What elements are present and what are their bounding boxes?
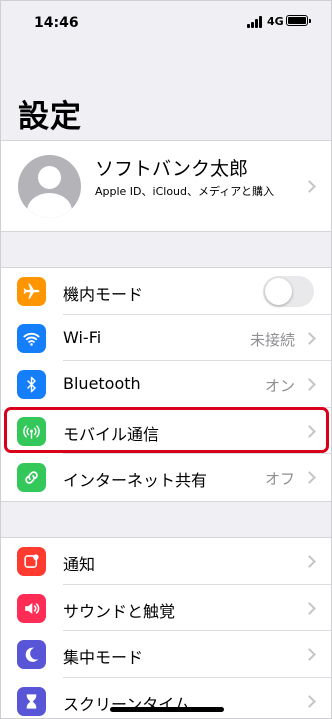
bluetooth-icon <box>17 370 46 400</box>
chevron-right-icon <box>303 378 316 392</box>
settings-row-label: モバイル通信 <box>63 424 160 444</box>
chevron-right-icon <box>303 180 316 193</box>
antenna-icon <box>17 416 46 446</box>
settings-row-label: インターネット共有 <box>63 471 208 491</box>
home-indicator[interactable] <box>110 707 224 712</box>
settings-row-notifications[interactable]: 通知 <box>1 538 331 585</box>
settings-group-connectivity: 機内モード Wi-Fi 未接続 Bluetooth オン モバイル通信 インター… <box>1 267 331 502</box>
settings-row-personal-hotspot[interactable]: インターネット共有 オフ <box>1 454 331 501</box>
apple-id-profile-row[interactable]: ソフトバンク太郎 Apple ID、iCloud、メディアと購入 <box>1 140 331 232</box>
chevron-right-icon <box>303 648 316 662</box>
settings-row-value: オフ <box>264 470 295 489</box>
link-icon <box>17 463 46 493</box>
settings-row-mobile-data[interactable]: モバイル通信 <box>1 408 331 455</box>
status-bar: 14:46 4G <box>1 1 331 45</box>
chevron-right-icon <box>303 424 316 438</box>
settings-row-value: 未接続 <box>249 330 295 349</box>
profile-name: ソフトバンク太郎 <box>95 158 248 180</box>
settings-row-label: サウンドと触覚 <box>63 601 176 621</box>
chevron-right-icon <box>303 601 316 615</box>
settings-row-airplane-mode[interactable]: 機内モード <box>1 268 331 315</box>
cellular-signal-icon <box>247 16 265 28</box>
avatar <box>18 155 81 218</box>
wifi-icon <box>17 323 46 353</box>
settings-group-notifications: 通知 サウンドと触覚 集中モード スクリーンタイム <box>1 537 331 718</box>
settings-row-label: 集中モード <box>63 648 144 668</box>
battery-icon <box>286 15 311 26</box>
profile-subtitle: Apple ID、iCloud、メディアと購入 <box>95 185 275 198</box>
airplane-icon <box>17 277 46 306</box>
settings-row-label: 機内モード <box>63 285 144 304</box>
chevron-right-icon <box>303 694 316 708</box>
settings-row-wifi[interactable]: Wi-Fi 未接続 <box>1 315 331 362</box>
settings-row-label: 通知 <box>63 555 96 574</box>
settings-row-sounds[interactable]: サウンドと触覚 <box>1 585 331 632</box>
network-type: 4G <box>267 15 284 28</box>
settings-row-label: Bluetooth <box>63 374 141 394</box>
settings-row-focus[interactable]: 集中モード <box>1 631 331 678</box>
settings-row-value: オン <box>264 377 295 396</box>
status-time: 14:46 <box>34 15 79 31</box>
notification-icon <box>17 547 46 576</box>
chevron-right-icon <box>303 331 316 345</box>
speaker-icon <box>17 593 46 623</box>
chevron-right-icon <box>303 555 316 568</box>
settings-row-bluetooth[interactable]: Bluetooth オン <box>1 361 331 408</box>
hourglass-icon <box>17 686 46 716</box>
moon-icon <box>17 640 46 670</box>
settings-screen: 14:46 4G 設定 ソフトバンク太郎 Apple ID、iCloud、メディ… <box>1 1 331 718</box>
settings-row-label: Wi-Fi <box>63 327 102 347</box>
airplane-mode-toggle[interactable] <box>263 276 314 307</box>
chevron-right-icon <box>303 471 316 485</box>
page-title: 設定 <box>18 99 82 135</box>
